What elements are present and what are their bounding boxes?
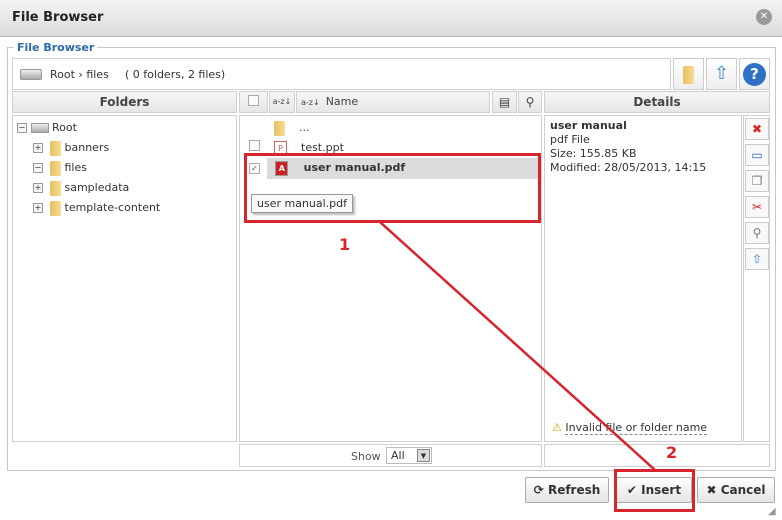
annotation-label-1: 1 <box>339 235 351 254</box>
annotation-line <box>379 221 656 471</box>
annotation-label-2: 2 <box>666 443 678 462</box>
annotation-arrow <box>379 221 656 471</box>
